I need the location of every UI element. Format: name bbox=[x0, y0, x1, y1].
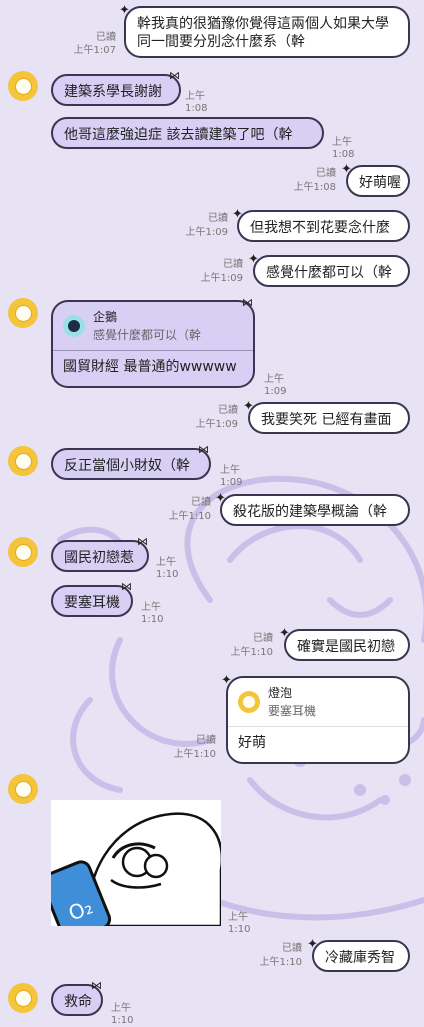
message-bubble[interactable]: 幹我真的很猶豫你覺得這兩個人如果大學同一間要分別念什麼系（幹 bbox=[124, 6, 410, 58]
read-receipt: 已讀 bbox=[253, 633, 273, 644]
bow-icon: ⋈ bbox=[137, 535, 148, 548]
quoted-sender: 企鵝 bbox=[93, 310, 118, 324]
timestamp: 上午1:09 bbox=[200, 273, 243, 284]
message-bubble[interactable]: 好萌喔 bbox=[346, 165, 410, 197]
read-receipt: 已讀 bbox=[196, 735, 216, 746]
bow-icon: ⋈ bbox=[169, 69, 180, 82]
avatar[interactable] bbox=[8, 298, 38, 328]
timestamp: 上午1:09 bbox=[195, 419, 238, 430]
read-receipt: 已讀 bbox=[316, 168, 336, 179]
avatar[interactable] bbox=[8, 537, 38, 567]
quoted-text: 要塞耳機 bbox=[268, 704, 317, 718]
avatar[interactable] bbox=[8, 446, 38, 476]
message-bubble[interactable]: 他哥這麼強迫症 該去讀建築了吧（幹 bbox=[51, 117, 324, 149]
read-receipt: 已讀 bbox=[218, 405, 238, 416]
timestamp: 上午1:07 bbox=[73, 45, 116, 56]
reply-bubble[interactable]: 燈泡 要塞耳機 好萌 bbox=[226, 676, 410, 764]
timestamp: 上午1:10 bbox=[168, 511, 211, 522]
message-bubble[interactable]: 感覺什麼都可以（幹 bbox=[253, 255, 410, 287]
bow-icon: ⋈ bbox=[242, 296, 253, 309]
o2-sticker[interactable]: O₂ bbox=[51, 800, 221, 926]
read-receipt: 已讀 bbox=[223, 259, 243, 270]
message-bubble[interactable]: 殺花版的建築學概論（幹 bbox=[220, 494, 410, 526]
timestamp: 上午1:10 bbox=[230, 647, 273, 658]
timestamp: 上午1:10 bbox=[259, 957, 302, 968]
timestamp: 上午1:10 bbox=[228, 912, 251, 935]
lightbulb-avatar bbox=[238, 691, 260, 713]
timestamp: 上午1:08 bbox=[332, 137, 355, 160]
avatar[interactable] bbox=[8, 983, 38, 1013]
quoted-message[interactable]: 企鵝 感覺什麼都可以（幹 bbox=[53, 302, 253, 350]
quoted-text: 感覺什麼都可以（幹 bbox=[93, 328, 202, 342]
read-receipt: 已讀 bbox=[96, 32, 116, 43]
message-bubble[interactable]: 但我想不到花要念什麼 bbox=[237, 210, 410, 242]
timestamp: 上午1:09 bbox=[185, 227, 228, 238]
timestamp: 上午1:08 bbox=[185, 91, 208, 114]
message-bubble[interactable]: 建築系學長謝謝 bbox=[51, 74, 181, 106]
quoted-sender: 燈泡 bbox=[268, 686, 293, 700]
timestamp: 上午1:09 bbox=[264, 374, 287, 397]
message-bubble[interactable]: 確實是國民初戀 bbox=[284, 629, 410, 661]
timestamp: 上午1:10 bbox=[141, 602, 164, 625]
penguin-avatar bbox=[63, 315, 85, 337]
read-receipt: 已讀 bbox=[208, 213, 228, 224]
timestamp: 上午1:09 bbox=[220, 465, 243, 488]
message-bubble[interactable]: 冷藏庫秀智 bbox=[312, 940, 410, 972]
bow-icon: ⋈ bbox=[198, 443, 209, 456]
message-bubble[interactable]: 反正當個小財奴（幹 bbox=[51, 448, 211, 480]
avatar[interactable] bbox=[8, 774, 38, 804]
timestamp: 上午1:10 bbox=[156, 557, 179, 580]
read-receipt: 已讀 bbox=[282, 943, 302, 954]
timestamp: 上午1:10 bbox=[111, 1003, 134, 1026]
bow-icon: ⋈ bbox=[121, 580, 132, 593]
bow-icon: ⋈ bbox=[91, 979, 102, 992]
timestamp: 上午1:10 bbox=[173, 749, 216, 760]
reply-text: 好萌 bbox=[238, 735, 266, 751]
sticker-drawing: O₂ bbox=[51, 812, 221, 926]
quoted-message[interactable]: 燈泡 要塞耳機 bbox=[228, 678, 408, 726]
timestamp: 上午1:08 bbox=[293, 182, 336, 193]
reply-text: 國貿財經 最普通的wwwww bbox=[63, 359, 237, 375]
reply-bubble[interactable]: 企鵝 感覺什麼都可以（幹 國貿財經 最普通的wwwww bbox=[51, 300, 255, 388]
message-bubble[interactable]: 國民初戀惹 bbox=[51, 540, 149, 572]
avatar[interactable] bbox=[8, 71, 38, 101]
read-receipt: 已讀 bbox=[191, 497, 211, 508]
message-bubble[interactable]: 我要笑死 已經有畫面 bbox=[248, 402, 410, 434]
